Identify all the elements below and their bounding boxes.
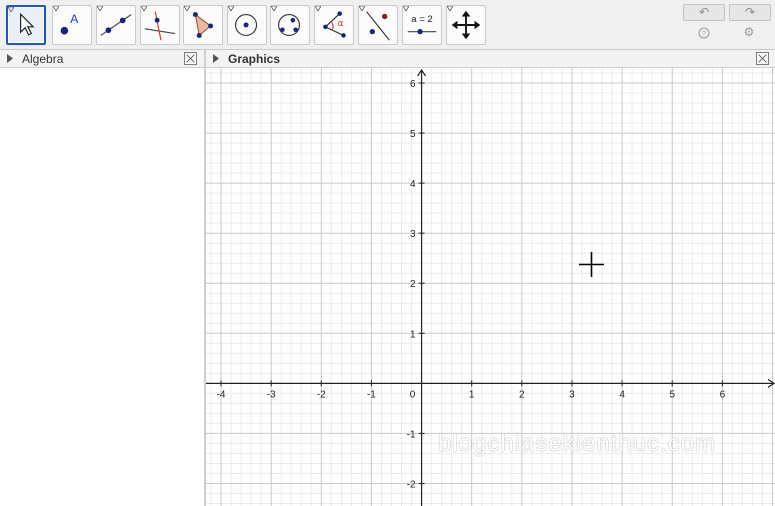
perpendicular-tool-button[interactable] [140,5,180,45]
watermark-text: blogchiasekienthuc.com [438,430,717,457]
help-button[interactable]: ? [697,26,711,40]
x-tick-label: 2 [519,389,525,400]
graphics-panel-title: Graphics [228,52,281,66]
y-tick-label: 2 [410,279,416,290]
polygon-icon [192,12,214,38]
slider-tool-button[interactable]: a = 2 [402,5,442,45]
crosshair-cursor-icon [579,252,604,277]
y-tick-label: 6 [410,79,416,90]
x-tick-label: 0 [410,389,416,400]
arrow-cursor-icon [20,12,35,36]
reflect-line-icon [366,11,390,41]
svg-text:?: ? [702,31,706,38]
slider-icon: a = 2 [407,14,437,35]
move-view-tool-button[interactable] [446,5,486,45]
close-icon [758,54,767,63]
algebra-view[interactable] [0,68,204,506]
x-tick-label: -3 [267,389,276,400]
graphics-panel-header: Graphics [206,50,775,68]
x-tick-label: 4 [619,389,625,400]
circle-three-points-icon [278,13,301,37]
angle-icon: α [323,11,346,38]
circle-center-point-icon [235,13,258,37]
y-tick-label: -2 [407,479,416,490]
x-tick-label: -2 [317,389,326,400]
perpendicular-line-icon [144,11,176,41]
line-tool-button[interactable] [96,5,136,45]
settings-button[interactable]: ⚙ [742,25,756,39]
svg-text:A: A [70,12,79,26]
line-through-points-icon [100,14,132,36]
x-tick-label: 5 [669,389,675,400]
y-tick-label: -1 [407,429,416,440]
algebra-panel-header: Algebra [0,50,204,68]
y-tick-label: 3 [410,229,416,240]
x-tick-label: 1 [469,389,475,400]
close-icon [186,54,195,63]
x-tick-label: -1 [367,389,376,400]
algebra-close-button[interactable] [184,52,197,65]
circle-center-tool-button[interactable] [227,5,267,45]
undo-button[interactable]: ↶ [683,4,725,21]
undo-icon: ↶ [698,5,710,19]
x-tick-label: 3 [569,389,575,400]
y-tick-label: 1 [410,329,416,340]
redo-icon: ↷ [744,5,756,19]
point-tool-button[interactable]: A [52,5,92,45]
expand-arrow-icon[interactable] [213,54,219,63]
toolbar: A α a = 2 ↶ ↷ ? ⚙ [0,0,775,50]
polygon-tool-button[interactable] [183,5,223,45]
expand-arrow-icon[interactable] [7,54,13,63]
svg-text:α: α [338,19,344,29]
y-tick-label: 4 [410,179,416,190]
angle-tool-button[interactable]: α [314,5,354,45]
x-tick-label: 6 [720,389,726,400]
svg-text:a = 2: a = 2 [411,14,432,25]
help-icon: ? [698,27,710,39]
move-graphics-view-icon [451,10,481,40]
move-tool-button[interactable] [6,5,46,45]
x-tick-label: -4 [217,389,226,400]
y-tick-label: 5 [410,129,416,140]
point-a-icon: A [60,12,79,35]
circle-three-points-tool-button[interactable] [270,5,310,45]
reflect-tool-button[interactable] [358,5,398,45]
graphics-close-button[interactable] [756,52,769,65]
algebra-panel-title: Algebra [22,52,64,66]
redo-button[interactable]: ↷ [729,4,771,21]
gear-icon: ⚙ [743,25,755,39]
